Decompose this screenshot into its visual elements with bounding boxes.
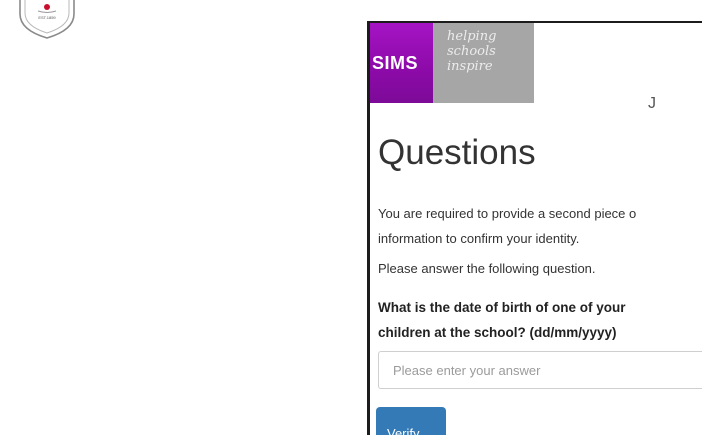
brand-header: SIMS helping schools inspire: [370, 23, 702, 103]
intro-line-2: information to confirm your identity.: [378, 231, 580, 246]
answer-input[interactable]: [378, 351, 702, 389]
brand-tagline: helping schools inspire: [433, 23, 534, 103]
crest-text: EST.1859: [38, 15, 56, 20]
identity-verification-panel: SIMS helping schools inspire J Questions…: [367, 21, 702, 435]
page: EST.1859 SIMS helping schools inspire J …: [0, 0, 702, 435]
prompt-text: Please answer the following question.: [378, 261, 596, 276]
security-question: What is the date of birth of one of your…: [378, 295, 702, 345]
question-line-1: What is the date of birth of one of your: [378, 300, 626, 315]
intro-text: You are required to provide a second pie…: [378, 201, 702, 251]
sims-logo: SIMS: [370, 23, 433, 103]
verify-button[interactable]: Verify: [376, 407, 446, 435]
question-line-2: children at the school? (dd/mm/yyyy): [378, 325, 617, 340]
page-title: Questions: [378, 133, 536, 172]
school-crest-icon: EST.1859: [19, 0, 75, 39]
clipped-heading-fragment: J: [648, 97, 656, 111]
intro-line-1: You are required to provide a second pie…: [378, 206, 637, 221]
